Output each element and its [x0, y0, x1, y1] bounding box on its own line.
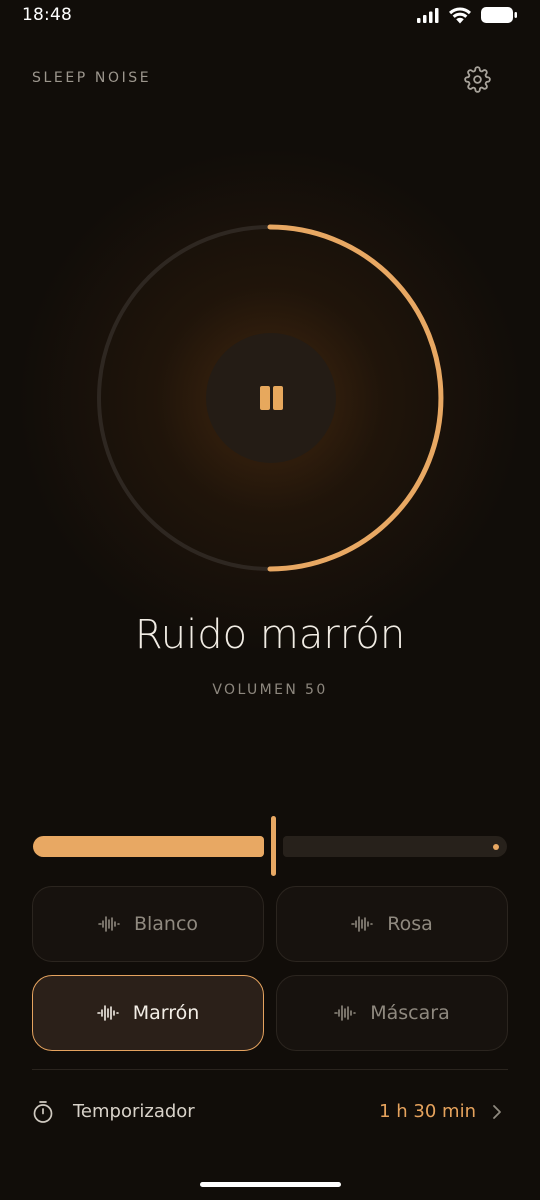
- stopwatch-icon: [33, 1101, 53, 1123]
- sound-button-mascara[interactable]: Máscara: [276, 975, 508, 1051]
- pause-icon: [258, 386, 284, 410]
- sound-button-label: Rosa: [387, 913, 433, 935]
- status-time: 18:48: [22, 5, 72, 25]
- volume-label: VOLUMEN 50: [212, 682, 328, 698]
- waveform-icon: [334, 1005, 357, 1021]
- signal-icon: [417, 8, 439, 23]
- sound-button-marron[interactable]: Marrón: [32, 975, 264, 1051]
- chevron-right-icon: [493, 1105, 501, 1119]
- pause-button[interactable]: [206, 333, 336, 463]
- timer-label: Temporizador: [73, 1101, 195, 1122]
- sound-button-blanco[interactable]: Blanco: [32, 886, 264, 962]
- waveform-icon: [98, 916, 120, 932]
- waveform-icon: [96, 1005, 119, 1021]
- settings-button[interactable]: [462, 64, 492, 94]
- waveform-icon: [351, 916, 374, 932]
- volume-slider-fill: [33, 836, 264, 857]
- volume-slider[interactable]: [33, 816, 507, 876]
- sound-button-label: Blanco: [133, 913, 199, 935]
- sound-button-label: Marrón: [132, 1002, 200, 1024]
- timer-value: 1 h 30 min: [379, 1101, 476, 1122]
- home-indicator: [200, 1182, 341, 1187]
- battery-icon: [481, 7, 517, 23]
- status-icons: [416, 6, 518, 24]
- status-bar: 18:48: [0, 0, 540, 32]
- volume-slider-end-dot: [493, 844, 499, 850]
- volume-slider-thumb[interactable]: [271, 816, 276, 876]
- sound-button-label: Máscara: [370, 1002, 450, 1024]
- app-title: SLEEP NOISE: [32, 70, 152, 86]
- volume-slider-track: [283, 836, 507, 857]
- sound-title: Ruido marrón: [134, 612, 406, 658]
- wifi-icon: [449, 6, 471, 23]
- timer-row[interactable]: Temporizador 1 h 30 min: [32, 1090, 508, 1134]
- divider: [32, 1069, 508, 1070]
- sound-button-rosa[interactable]: Rosa: [276, 886, 508, 962]
- gear-icon: [463, 65, 491, 93]
